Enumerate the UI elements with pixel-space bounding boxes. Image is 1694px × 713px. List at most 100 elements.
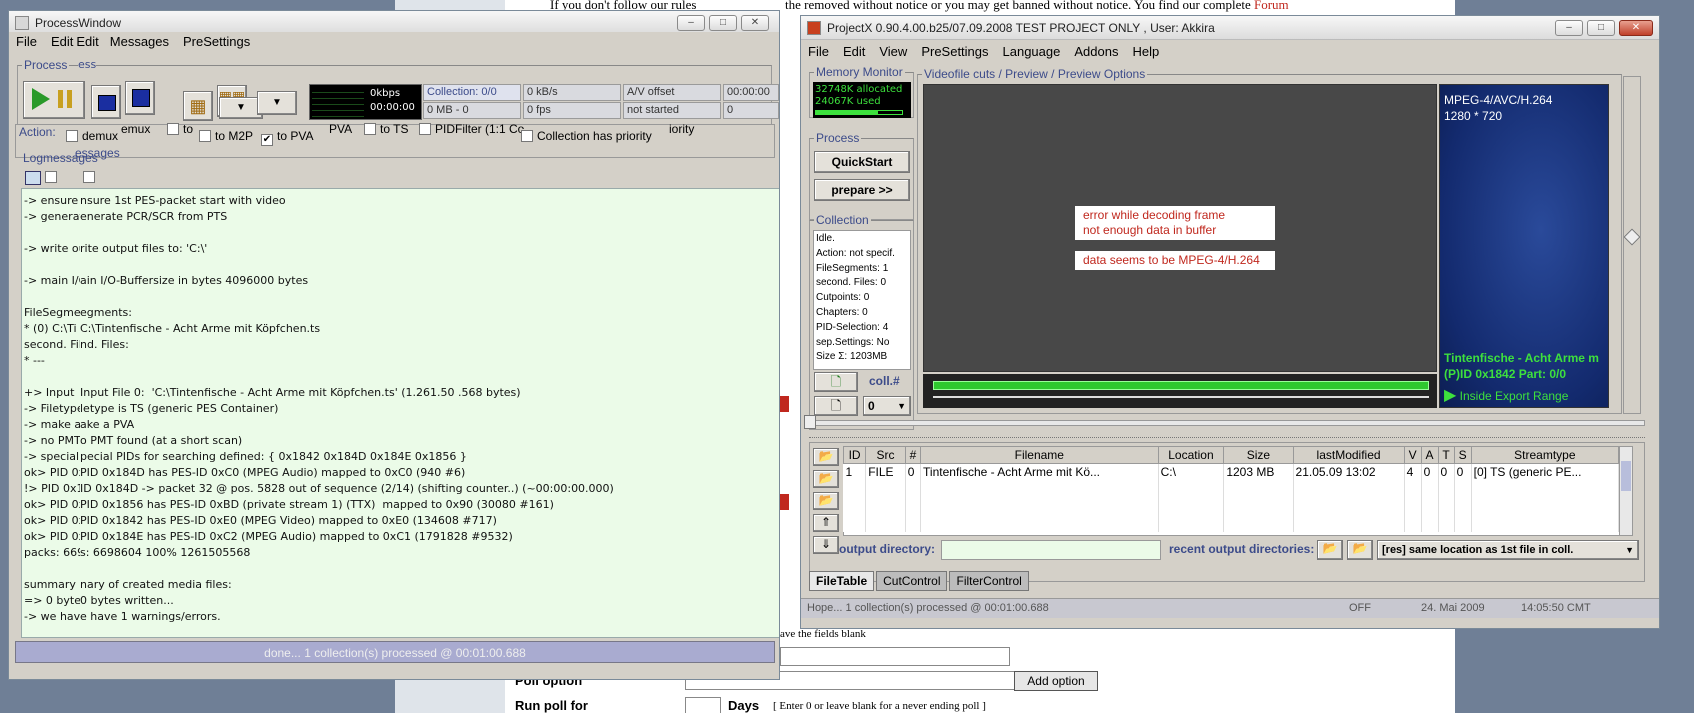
- maximize-icon[interactable]: □: [709, 15, 737, 31]
- open-file-button[interactable]: 📂: [813, 448, 839, 466]
- bg-leave-blank: ave the fields blank: [780, 628, 866, 640]
- output-directory-input[interactable]: [941, 540, 1161, 560]
- coll-number-select[interactable]: 0 ▼: [863, 396, 911, 416]
- filetable-col-header[interactable]: ID: [842, 446, 867, 464]
- px-menu-help[interactable]: Help: [1125, 42, 1166, 62]
- log-line-left: packs: 669: [24, 546, 85, 559]
- log-option-checkbox[interactable]: [45, 171, 57, 183]
- to-ts-radio[interactable]: [364, 123, 376, 135]
- run-poll-days-input[interactable]: [685, 697, 721, 713]
- collection-info-line: PID-Selection: 4: [816, 321, 889, 333]
- to-pva-radio[interactable]: ✔: [261, 134, 273, 146]
- prepare-button[interactable]: prepare >>: [814, 179, 910, 201]
- add-collection-button[interactable]: 🗋: [814, 372, 858, 392]
- menu-presettings[interactable]: PreSettings: [176, 32, 257, 52]
- filetable-col-header[interactable]: Size: [1223, 446, 1294, 464]
- grid-button[interactable]: ▦: [183, 91, 213, 121]
- edit-dir-button[interactable]: 📂: [1347, 540, 1373, 560]
- px-menu-file[interactable]: File: [801, 42, 836, 62]
- px-menu-addons[interactable]: Addons: [1067, 42, 1125, 62]
- filetable-scroll-thumb[interactable]: [1621, 461, 1631, 491]
- to-m2p-radio[interactable]: [199, 130, 211, 142]
- px-menu-language[interactable]: Language: [996, 42, 1068, 62]
- menu-file[interactable]: File: [9, 32, 44, 52]
- log-line-left: +> Input: [24, 386, 75, 399]
- pidfilter-radio[interactable]: [419, 123, 431, 135]
- speed-dropdown-2[interactable]: ▼: [257, 91, 297, 115]
- java-app-icon: [15, 16, 29, 30]
- tab-filtercontrol[interactable]: FilterControl: [949, 571, 1029, 591]
- preview-vertical-slider[interactable]: [1623, 76, 1641, 414]
- preview-error-2: not enough data in buffer: [1083, 223, 1217, 237]
- browse-dir-button[interactable]: 📂: [1317, 540, 1343, 560]
- pidfilter-option[interactable]: PIDFilter (1:1 Co: [419, 122, 524, 136]
- close-icon[interactable]: ✕: [741, 15, 769, 31]
- timeline-ticks: [809, 434, 1645, 438]
- forum-link[interactable]: Forum: [1254, 0, 1289, 12]
- remove-file-button[interactable]: 📂: [813, 492, 839, 510]
- demux-option[interactable]: demux: [66, 129, 118, 143]
- timeline-slider[interactable]: [804, 415, 1645, 429]
- status-field: not started: [623, 102, 721, 119]
- log-line: PID 0x1842 has PES-ID 0xE0 (MPEG Video) …: [80, 514, 497, 527]
- collection-priority-option[interactable]: Collection has priority: [521, 129, 652, 143]
- vertical-slider-thumb[interactable]: [1623, 228, 1641, 246]
- px-close-icon[interactable]: ✕: [1619, 20, 1653, 36]
- pid-info: (P)ID 0x1842 Part: 0/0: [1444, 367, 1567, 381]
- preview-scrub-line[interactable]: [933, 396, 1429, 398]
- filetable-col-header[interactable]: #: [904, 446, 922, 464]
- filetable-col-header[interactable]: S: [1453, 446, 1472, 464]
- table-row[interactable]: 1 FILE 0 Tintenfische - Acht Arme mit Kö...…: [843, 463, 1620, 481]
- recent-dirs-select[interactable]: [res] same location as 1st file in coll.…: [1377, 540, 1639, 560]
- stop-button[interactable]: [91, 85, 121, 119]
- filetable-scrollbar[interactable]: [1619, 446, 1633, 536]
- px-menu-view[interactable]: View: [872, 42, 914, 62]
- collection-info-line: Cutpoints: 0: [816, 292, 870, 304]
- table-cell: 0: [1438, 463, 1455, 481]
- start-pause-button[interactable]: [23, 81, 85, 119]
- tab-cutcontrol[interactable]: CutControl: [876, 571, 948, 591]
- remove-collection-button[interactable]: 🗋: [814, 396, 858, 416]
- projectx-tabs: FileTable CutControl FilterControl: [809, 571, 1031, 591]
- stop-button-2[interactable]: [125, 81, 155, 115]
- projectx-titlebar[interactable]: ProjectX 0.90.4.00.b25/07.09.2008 TEST P…: [801, 16, 1659, 40]
- log-option-checkbox-2[interactable]: [83, 171, 95, 183]
- to-ts-option[interactable]: to TS: [364, 122, 408, 136]
- filetable-col-header[interactable]: Streamtype: [1470, 446, 1620, 464]
- preview-thumbnail: MPEG-4/AVC/H.264 1280 * 720 Tintenfische…: [1439, 84, 1609, 408]
- bg-option-input[interactable]: [780, 647, 1010, 666]
- filetable-col-header[interactable]: V: [1403, 446, 1422, 464]
- filetable-col-header[interactable]: Src: [865, 446, 906, 464]
- timeline-slider-thumb[interactable]: [804, 415, 816, 429]
- quickstart-button[interactable]: QuickStart: [814, 151, 910, 173]
- filetable-col-header[interactable]: lastModified: [1292, 446, 1405, 464]
- filetable-col-header[interactable]: Filename: [920, 446, 1159, 464]
- move-up-button[interactable]: ⇑: [813, 514, 839, 532]
- to-pva-option[interactable]: ✔ to PVA: [261, 129, 313, 146]
- process-status-bar: done... 1 collection(s) processed @ 00:0…: [15, 641, 775, 663]
- demux-checkbox[interactable]: [66, 130, 78, 142]
- log-area[interactable]: -> ensure -> generate -> write ou -> main I…: [21, 188, 779, 638]
- process-window-title: ProcessWindow: [35, 16, 122, 30]
- move-down-button[interactable]: ⇓: [813, 536, 839, 554]
- add-file-button[interactable]: 📂: [813, 470, 839, 488]
- filetable-col-header[interactable]: T: [1437, 446, 1455, 464]
- log-view-icon[interactable]: [25, 171, 41, 185]
- menu-messages[interactable]: Messages: [103, 32, 176, 52]
- add-option-button[interactable]: Add option: [1014, 671, 1098, 691]
- filetable-col-header[interactable]: A: [1420, 446, 1439, 464]
- stop-icon-2: [132, 89, 150, 107]
- minimize-icon[interactable]: –: [677, 15, 705, 31]
- px-minimize-icon[interactable]: –: [1555, 20, 1583, 36]
- projectx-app-icon: [807, 21, 821, 35]
- px-maximize-icon[interactable]: □: [1587, 20, 1615, 36]
- table-cell: 0: [1421, 463, 1439, 481]
- px-menu-presettings[interactable]: PreSettings: [914, 42, 995, 62]
- to-m2p-option[interactable]: to M2P: [199, 129, 253, 143]
- log-line: C:\Tintenfische - Acht Arme mit Köpfchen…: [80, 322, 321, 335]
- px-menu-edit[interactable]: Edit: [836, 42, 872, 62]
- tab-filetable[interactable]: FileTable: [809, 571, 875, 591]
- collection-priority-checkbox[interactable]: [521, 130, 533, 142]
- filetable-col-header[interactable]: Location: [1157, 446, 1225, 464]
